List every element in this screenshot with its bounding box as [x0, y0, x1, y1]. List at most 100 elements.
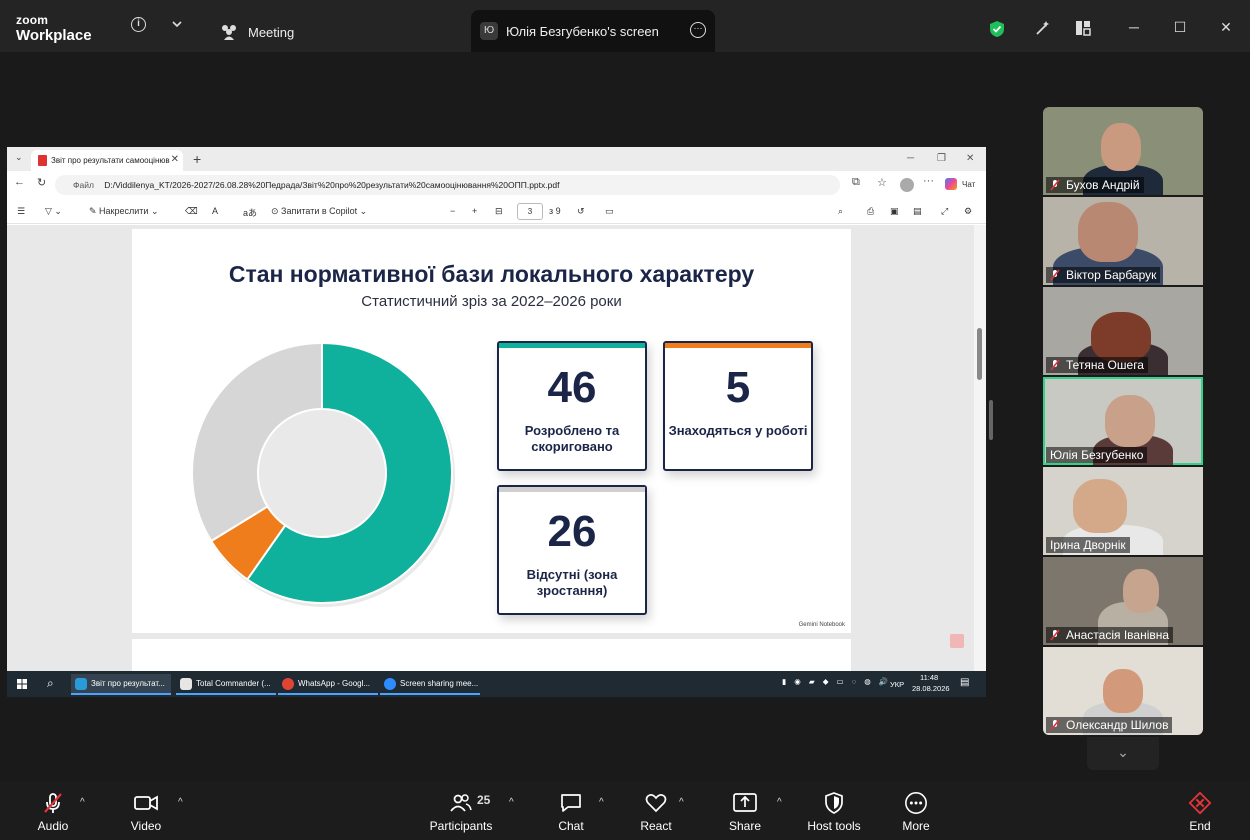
keyboard-language[interactable]: УКР	[890, 680, 904, 689]
encryption-shield-icon[interactable]	[989, 20, 1005, 38]
chat-button[interactable]: Chat	[552, 791, 590, 833]
audio-button[interactable]: Audio	[34, 791, 72, 833]
clock-date[interactable]: 28.08.2026	[912, 684, 950, 693]
heart-icon	[645, 794, 667, 813]
copilot-icon[interactable]	[945, 178, 957, 190]
participant-tile-active-speaker[interactable]: Юлія Безгубенко	[1043, 377, 1203, 465]
highlight-icon[interactable]: ▽ ⌄	[45, 206, 62, 217]
participants-options-caret-icon[interactable]: ^	[509, 797, 514, 808]
react-button[interactable]: React	[636, 791, 676, 833]
favorites-icon[interactable]: ☆	[877, 176, 887, 189]
react-options-caret-icon[interactable]: ^	[679, 797, 684, 808]
system-tray-icons[interactable]: ▮ ◉ ▰ ◆ ▭ ◌ ◍ 🔊	[782, 677, 891, 686]
pdf-file-icon	[38, 155, 47, 166]
video-options-caret-icon[interactable]: ^	[178, 797, 183, 808]
share-options-caret-icon[interactable]: ^	[777, 797, 782, 808]
end-meeting-button[interactable]: End	[1181, 791, 1219, 833]
host-tools-button[interactable]: Host tools	[804, 791, 864, 833]
video-button[interactable]: Video	[127, 791, 165, 833]
browser-maximize-icon[interactable]: ❐	[937, 153, 946, 164]
text-icon[interactable]: A	[212, 206, 218, 216]
taskbar-app-zoom[interactable]: Screen sharing mee...	[380, 674, 480, 695]
participant-tile[interactable]: Тетяна Ошега	[1043, 287, 1203, 375]
more-label: More	[902, 819, 930, 833]
close-icon[interactable]: ✕	[1219, 20, 1233, 34]
audio-options-caret-icon[interactable]: ^	[80, 797, 85, 808]
magic-wand-icon[interactable]	[1034, 19, 1052, 37]
browser-tab-title: Звіт про результати самооцінюв	[51, 156, 170, 165]
save-icon[interactable]: ▣	[890, 206, 899, 217]
more-button[interactable]: More	[897, 791, 935, 833]
participant-tile[interactable]: Ірина Дворнік	[1043, 467, 1203, 555]
maximize-icon[interactable]: ☐	[1173, 20, 1187, 34]
participant-tile[interactable]: Анастасія Іванівна	[1043, 557, 1203, 645]
chevron-down-icon[interactable]	[168, 17, 186, 35]
tab-meeting-label: Meeting	[248, 24, 295, 40]
settings-icon[interactable]: ⚙	[964, 206, 972, 217]
taskbar-app-total-commander[interactable]: Total Commander (...	[176, 674, 276, 695]
taskbar-app-label: Screen sharing mee...	[400, 679, 479, 688]
pdf-scrollbar[interactable]	[974, 225, 986, 671]
tab-actions-icon[interactable]: ⌄	[15, 152, 23, 163]
mic-muted-icon	[1050, 629, 1060, 641]
chat-options-caret-icon[interactable]: ^	[599, 797, 604, 808]
info-icon[interactable]: i	[131, 17, 146, 32]
rotate-icon[interactable]: ↺	[577, 206, 585, 217]
search-icon[interactable]: ⌕	[838, 206, 843, 217]
participant-tile[interactable]: Бухов Андрій	[1043, 107, 1203, 195]
more-options-icon[interactable]: ···	[690, 22, 706, 38]
participant-name-tag: Юлія Безгубенко	[1046, 447, 1148, 463]
zoom-logo: zoom Workplace	[16, 14, 92, 43]
zoom-out-icon[interactable]: −	[450, 206, 455, 216]
page-view-icon[interactable]: ▭	[605, 206, 614, 217]
gallery-next-page-button[interactable]: ⌄	[1087, 737, 1159, 770]
panel-resize-handle[interactable]	[989, 400, 993, 440]
tab-close-icon[interactable]: ✕	[171, 154, 179, 165]
shared-screen[interactable]: ⌄ Звіт про результати самооцінюв ✕ + ─ ❐…	[7, 147, 986, 697]
minimize-icon[interactable]: ─	[1127, 20, 1141, 34]
taskbar-app-chrome[interactable]: WhatsApp - Googl...	[278, 674, 378, 695]
scroll-thumb[interactable]	[977, 328, 982, 380]
contents-icon[interactable]: ☰	[17, 206, 25, 217]
read-aloud-icon[interactable]: aあ	[243, 206, 257, 219]
save-as-icon[interactable]: ▤	[913, 206, 922, 217]
eraser-icon[interactable]: ⌫	[185, 206, 198, 217]
browser-menu-icon[interactable]: ···	[923, 175, 934, 187]
participant-name-tag: Ірина Дворнік	[1046, 537, 1130, 553]
pdf-viewer[interactable]: Стан нормативної бази локального характе…	[7, 225, 986, 679]
browser-minimize-icon[interactable]: ─	[907, 153, 914, 164]
stat-label: Знаходяться у роботі	[668, 423, 808, 438]
fullscreen-icon[interactable]: ⤢	[941, 206, 948, 217]
zoom-app-icon	[384, 678, 396, 690]
zoom-in-icon[interactable]: +	[472, 206, 477, 216]
address-input[interactable]: Файл D:/Viddilenya_KT/2026-2027/26.08.28…	[55, 175, 840, 195]
copilot-ask-button[interactable]: ⊙ Запитати в Copilot ⌄	[271, 206, 367, 217]
windows-start-icon[interactable]	[17, 679, 27, 689]
browser-tab[interactable]: Звіт про результати самооцінюв ✕	[31, 150, 183, 171]
logo-line2: Workplace	[16, 27, 92, 44]
share-label: Share	[728, 819, 762, 833]
browser-close-icon[interactable]: ✕	[966, 153, 974, 164]
chat-label[interactable]: Чат	[962, 180, 975, 189]
view-layout-icon[interactable]	[1075, 20, 1091, 36]
participant-tile[interactable]: Віктор Барбарук	[1043, 197, 1203, 285]
participant-tile[interactable]: Олександр Шилов	[1043, 647, 1203, 735]
notifications-icon[interactable]: ▤	[960, 677, 969, 688]
stat-card-in-progress: 5 Знаходяться у роботі	[663, 341, 813, 471]
draw-button[interactable]: ✎ Накреслити ⌄	[89, 206, 158, 217]
page-number-input[interactable]: 3	[517, 203, 543, 220]
new-tab-icon[interactable]: +	[193, 151, 201, 167]
clock-time[interactable]: 11:48	[920, 673, 938, 682]
extensions-icon[interactable]: ⧉	[852, 176, 860, 189]
share-button[interactable]: Share	[726, 791, 764, 833]
taskbar-search-icon[interactable]: ⌕	[47, 676, 54, 691]
taskbar-app-edge[interactable]: Звіт про результат...	[71, 674, 171, 695]
refresh-icon[interactable]: ↻	[37, 176, 46, 189]
tab-meeting[interactable]: Meeting	[220, 12, 294, 52]
profile-avatar[interactable]	[900, 178, 914, 192]
print-icon[interactable]: ⎙	[867, 206, 874, 217]
back-icon[interactable]: ←	[14, 176, 25, 188]
tab-shared-screen[interactable]: Ю Юлія Безгубенко's screen ···	[471, 10, 715, 52]
fit-page-icon[interactable]: ⊟	[495, 206, 503, 217]
gemini-watermark: Gemini Notebook	[798, 622, 845, 628]
